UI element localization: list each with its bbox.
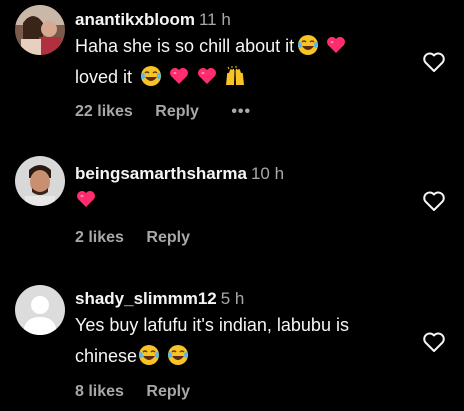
likes-count[interactable]: 2 likes xyxy=(75,229,124,247)
reply-button[interactable]: Reply xyxy=(146,229,190,247)
comment-text-line: chinese xyxy=(75,346,138,366)
heart-outline-icon[interactable] xyxy=(422,51,446,73)
face-with-tears-of-joy-icon xyxy=(140,65,162,87)
comment-text-line: Haha she is so chill about it xyxy=(75,36,295,56)
heart-outline-icon[interactable] xyxy=(422,331,446,353)
username[interactable]: anantikxbloom xyxy=(75,10,195,29)
avatar[interactable] xyxy=(15,285,65,335)
username[interactable]: shady_slimmm12 xyxy=(75,289,217,308)
pink-heart-icon xyxy=(75,188,97,210)
comment-actions: 2 likes Reply xyxy=(75,229,190,247)
timestamp: 11 h xyxy=(198,10,231,29)
comment-actions: 8 likes Reply xyxy=(75,383,190,401)
comment-text xyxy=(75,185,405,216)
comment-header: beingsamarthsharma 10 h xyxy=(75,164,284,184)
pink-heart-icon xyxy=(325,34,347,56)
comment-text-line: loved it xyxy=(75,67,133,87)
reply-button[interactable]: Reply xyxy=(146,383,190,401)
avatar[interactable] xyxy=(15,5,65,55)
avatar[interactable] xyxy=(15,156,65,206)
raising-hands-icon xyxy=(224,65,246,87)
comment-text-line: Yes buy lafufu it's indian, labubu is xyxy=(75,315,349,335)
likes-count[interactable]: 8 likes xyxy=(75,383,124,401)
comment-header: shady_slimmm12 5 h xyxy=(75,289,244,309)
face-with-tears-of-joy-icon xyxy=(167,344,189,366)
reply-button[interactable]: Reply xyxy=(155,103,199,121)
heart-outline-icon[interactable] xyxy=(422,190,446,212)
face-with-tears-of-joy-icon xyxy=(297,34,319,56)
comment-text: Haha she is so chill about it loved it xyxy=(75,31,405,93)
likes-count[interactable]: 22 likes xyxy=(75,103,133,121)
pink-heart-icon xyxy=(196,65,218,87)
username[interactable]: beingsamarthsharma xyxy=(75,164,247,183)
comment-actions: 22 likes Reply ••• xyxy=(75,103,251,121)
timestamp: 5 h xyxy=(220,289,245,308)
comment-text: Yes buy lafufu it's indian, labubu is ch… xyxy=(75,310,405,372)
timestamp: 10 h xyxy=(250,164,285,183)
pink-heart-icon xyxy=(168,65,190,87)
more-options-button[interactable]: ••• xyxy=(231,103,251,121)
comment-header: anantikxbloom 11 h xyxy=(75,10,231,30)
face-with-tears-of-joy-icon xyxy=(138,344,160,366)
